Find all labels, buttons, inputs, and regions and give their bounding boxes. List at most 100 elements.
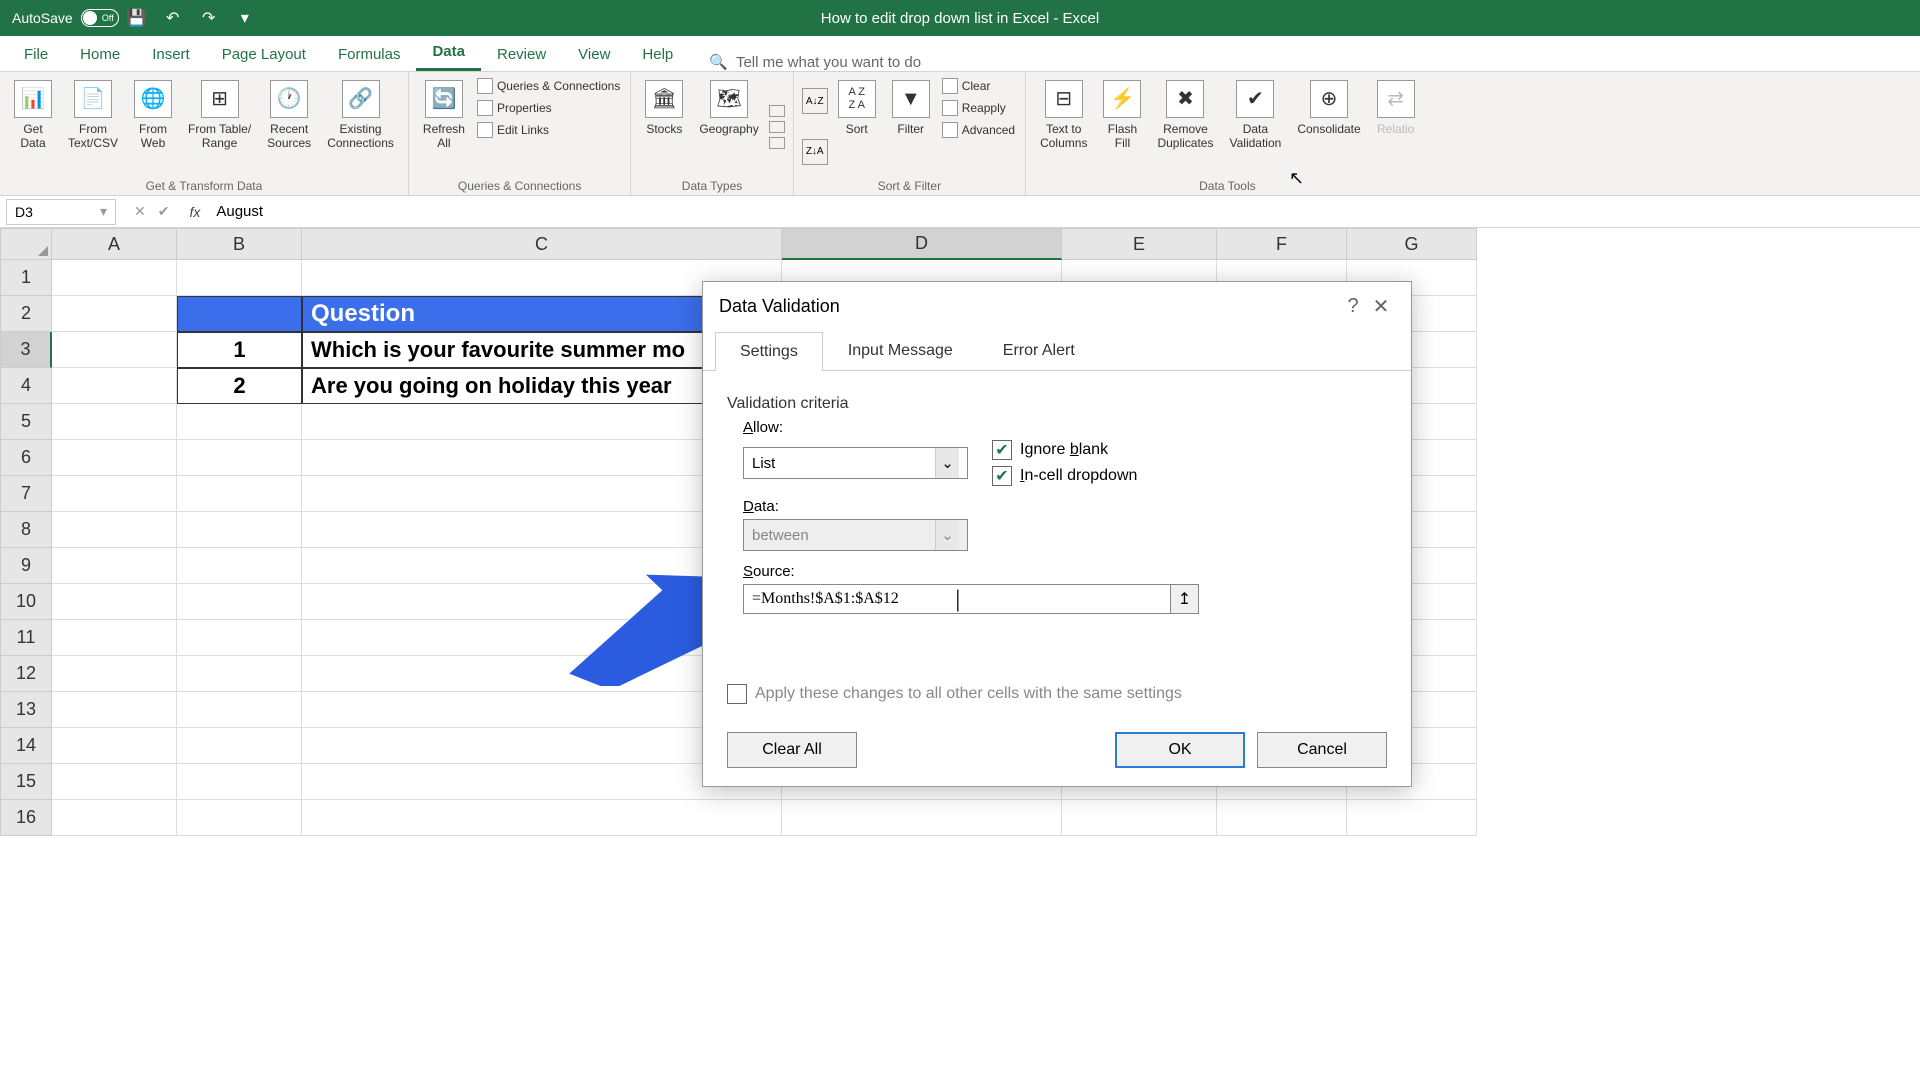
cell[interactable] xyxy=(177,764,302,800)
gallery-more-icon[interactable] xyxy=(769,137,785,149)
column-header[interactable]: B xyxy=(177,228,302,260)
column-header[interactable]: A xyxy=(52,228,177,260)
sort-asc-icon[interactable]: A↓Z xyxy=(802,88,828,114)
row-header[interactable]: 12 xyxy=(0,656,52,692)
chevron-down-icon[interactable]: ▾ xyxy=(100,203,107,220)
table-cell-num[interactable]: 1 xyxy=(177,332,302,368)
cell[interactable] xyxy=(177,692,302,728)
advanced-filter-button[interactable]: Advanced xyxy=(940,120,1017,140)
flash-fill-button[interactable]: ⚡Flash Fill xyxy=(1097,76,1147,177)
row-header[interactable]: 16 xyxy=(0,800,52,836)
cell[interactable] xyxy=(52,476,177,512)
cell[interactable] xyxy=(52,404,177,440)
name-box[interactable]: D3▾ xyxy=(6,199,116,225)
cell[interactable] xyxy=(177,440,302,476)
cell[interactable] xyxy=(52,656,177,692)
refresh-all-button[interactable]: 🔄Refresh All xyxy=(417,76,471,177)
cell[interactable] xyxy=(177,620,302,656)
ok-button[interactable]: OK xyxy=(1115,732,1245,768)
row-header[interactable]: 15 xyxy=(0,764,52,800)
help-icon[interactable]: ? xyxy=(1339,295,1367,318)
data-validation-button[interactable]: ✔Data Validation xyxy=(1223,76,1287,177)
cell[interactable] xyxy=(177,548,302,584)
tab-file[interactable]: File xyxy=(8,38,64,71)
get-data-button[interactable]: 📊Get Data xyxy=(8,76,58,177)
undo-icon[interactable]: ↶ xyxy=(163,8,183,28)
column-header[interactable]: D xyxy=(782,228,1062,260)
allow-select[interactable]: List ⌄ xyxy=(743,447,968,479)
cancel-button[interactable]: Cancel xyxy=(1257,732,1387,768)
close-icon[interactable]: ✕ xyxy=(1367,294,1395,319)
edit-links-button[interactable]: Edit Links xyxy=(475,120,622,140)
tab-view[interactable]: View xyxy=(562,38,626,71)
cell[interactable] xyxy=(177,476,302,512)
cell[interactable] xyxy=(52,584,177,620)
cell[interactable] xyxy=(177,404,302,440)
filter-button[interactable]: ▼Filter xyxy=(886,76,936,177)
clear-all-button[interactable]: Clear All xyxy=(727,732,857,768)
cell[interactable] xyxy=(52,512,177,548)
consolidate-button[interactable]: ⊕Consolidate xyxy=(1291,76,1366,177)
text-to-columns-button[interactable]: ⊟Text to Columns xyxy=(1034,76,1093,177)
geography-button[interactable]: 🗺Geography xyxy=(693,76,764,177)
clear-filter-button[interactable]: Clear xyxy=(940,76,1017,96)
cell[interactable] xyxy=(302,800,782,836)
cell[interactable] xyxy=(177,512,302,548)
cell[interactable] xyxy=(782,800,1062,836)
from-table-button[interactable]: ⊞From Table/ Range xyxy=(182,76,257,177)
tab-formulas[interactable]: Formulas xyxy=(322,38,417,71)
recent-sources-button[interactable]: 🕐Recent Sources xyxy=(261,76,317,177)
cell[interactable] xyxy=(52,728,177,764)
cell[interactable] xyxy=(52,548,177,584)
cell[interactable] xyxy=(52,260,177,296)
cell[interactable] xyxy=(52,764,177,800)
cell[interactable] xyxy=(52,440,177,476)
queries-connections-button[interactable]: Queries & Connections xyxy=(475,76,622,96)
select-all-corner[interactable] xyxy=(0,228,52,260)
row-header[interactable]: 1 xyxy=(0,260,52,296)
tab-home[interactable]: Home xyxy=(64,38,136,71)
row-header[interactable]: 14 xyxy=(0,728,52,764)
formula-input[interactable] xyxy=(208,203,1920,220)
redo-icon[interactable]: ↷ xyxy=(199,8,219,28)
cell[interactable] xyxy=(52,332,177,368)
reapply-button[interactable]: Reapply xyxy=(940,98,1017,118)
tell-me-search[interactable]: 🔍 Tell me what you want to do xyxy=(709,53,921,71)
column-header[interactable]: G xyxy=(1347,228,1477,260)
cell[interactable] xyxy=(177,656,302,692)
cell[interactable] xyxy=(52,800,177,836)
cell[interactable] xyxy=(177,800,302,836)
relationships-button[interactable]: ⇄Relatio xyxy=(1371,76,1421,177)
apply-all-checkbox[interactable]: ✔ Apply these changes to all other cells… xyxy=(727,684,1387,704)
tab-page-layout[interactable]: Page Layout xyxy=(206,38,322,71)
autosave-toggle[interactable]: AutoSave Off xyxy=(12,9,119,27)
gallery-down-icon[interactable] xyxy=(769,121,785,133)
sort-desc-icon[interactable]: Z↓A xyxy=(802,139,828,165)
qat-dropdown-icon[interactable]: ▾ xyxy=(235,8,255,28)
cell[interactable] xyxy=(1062,800,1217,836)
cell[interactable] xyxy=(1347,800,1477,836)
tab-insert[interactable]: Insert xyxy=(136,38,206,71)
cell[interactable] xyxy=(52,692,177,728)
row-header[interactable]: 9 xyxy=(0,548,52,584)
row-header[interactable]: 4 xyxy=(0,368,52,404)
row-header[interactable]: 5 xyxy=(0,404,52,440)
column-header[interactable]: F xyxy=(1217,228,1347,260)
row-header[interactable]: 13 xyxy=(0,692,52,728)
tab-help[interactable]: Help xyxy=(626,38,689,71)
cell[interactable] xyxy=(177,728,302,764)
column-header[interactable]: E xyxy=(1062,228,1217,260)
row-header[interactable]: 8 xyxy=(0,512,52,548)
cell[interactable] xyxy=(177,584,302,620)
sort-button[interactable]: A ZZ ASort xyxy=(832,76,882,177)
row-header[interactable]: 2 xyxy=(0,296,52,332)
from-web-button[interactable]: 🌐From Web xyxy=(128,76,178,177)
remove-duplicates-button[interactable]: ✖Remove Duplicates xyxy=(1151,76,1219,177)
fx-icon[interactable]: fx xyxy=(189,204,200,220)
existing-conn-button[interactable]: 🔗Existing Connections xyxy=(321,76,400,177)
tab-settings[interactable]: Settings xyxy=(715,332,823,371)
save-icon[interactable]: 💾 xyxy=(127,8,147,28)
cell[interactable] xyxy=(177,260,302,296)
incell-dropdown-checkbox[interactable]: ✔In-cell dropdown xyxy=(992,466,1137,486)
gallery-up-icon[interactable] xyxy=(769,105,785,117)
